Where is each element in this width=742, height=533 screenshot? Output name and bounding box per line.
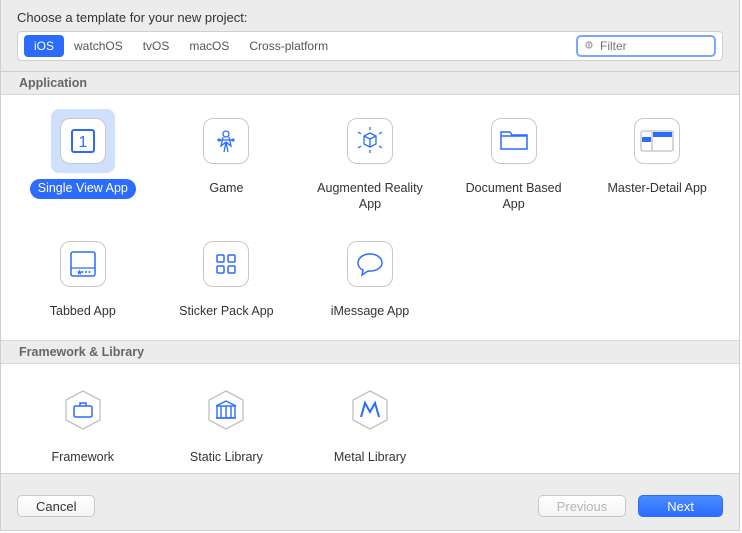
filter-input[interactable] <box>600 39 708 53</box>
next-button[interactable]: Next <box>638 495 723 517</box>
tab-macos[interactable]: macOS <box>179 35 239 57</box>
section-header-application: Application <box>1 72 739 95</box>
template-single-view-app[interactable]: 1 Single View App <box>11 109 155 214</box>
template-label: Single View App <box>30 179 136 199</box>
template-label: Framework <box>44 448 123 468</box>
template-label: Document Based App <box>449 179 579 214</box>
tab-tvos[interactable]: tvOS <box>133 35 180 57</box>
hex-building-icon <box>194 378 258 442</box>
filter-field[interactable] <box>576 35 716 57</box>
template-chooser-window: Choose a template for your new project: … <box>0 0 740 531</box>
template-label: Tabbed App <box>42 302 124 322</box>
template-framework[interactable]: Framework <box>11 378 155 468</box>
svg-text:1: 1 <box>78 134 87 151</box>
template-document-based-app[interactable]: Document Based App <box>442 109 586 214</box>
prompt-label: Choose a template for your new project: <box>1 0 739 31</box>
hex-briefcase-icon <box>51 378 115 442</box>
footer: Cancel Previous Next <box>1 482 739 530</box>
hex-metal-icon <box>338 378 402 442</box>
template-game[interactable]: Game <box>155 109 299 214</box>
template-content: Application 1 Single View App Game <box>1 71 739 474</box>
tabbed-icon: ★ <box>51 232 115 296</box>
template-label: Static Library <box>182 448 271 468</box>
template-metal-library[interactable]: Metal Library <box>298 378 442 468</box>
folder-icon <box>482 109 546 173</box>
ar-icon <box>338 109 402 173</box>
template-label: Game <box>201 179 251 199</box>
template-label: Master-Detail App <box>600 179 715 199</box>
template-imessage-app[interactable]: iMessage App <box>298 232 442 322</box>
game-icon <box>194 109 258 173</box>
template-augmented-reality-app[interactable]: Augmented Reality App <box>298 109 442 214</box>
platform-tabbar-wrap: iOS watchOS tvOS macOS Cross-platform <box>1 31 739 71</box>
master-detail-icon <box>625 109 689 173</box>
template-label: Metal Library <box>326 448 414 468</box>
imessage-icon <box>338 232 402 296</box>
platform-tabbar: iOS watchOS tvOS macOS Cross-platform <box>17 31 723 61</box>
template-sticker-pack-app[interactable]: Sticker Pack App <box>155 232 299 322</box>
framework-grid: Framework Static Library Metal Library <box>1 364 739 474</box>
template-label: Sticker Pack App <box>171 302 282 322</box>
template-tabbed-app[interactable]: ★ Tabbed App <box>11 232 155 322</box>
template-static-library[interactable]: Static Library <box>155 378 299 468</box>
sticker-icon <box>194 232 258 296</box>
single-view-icon: 1 <box>51 109 115 173</box>
template-master-detail-app[interactable]: Master-Detail App <box>585 109 729 214</box>
tab-cross-platform[interactable]: Cross-platform <box>239 35 338 57</box>
filter-icon <box>584 40 596 52</box>
application-grid: 1 Single View App Game <box>1 95 739 340</box>
template-label: Augmented Reality App <box>305 179 435 214</box>
template-label: iMessage App <box>323 302 418 322</box>
tab-watchos[interactable]: watchOS <box>64 35 133 57</box>
previous-button: Previous <box>538 495 627 517</box>
tab-ios[interactable]: iOS <box>24 35 64 57</box>
section-header-framework: Framework & Library <box>1 340 739 364</box>
cancel-button[interactable]: Cancel <box>17 495 95 517</box>
